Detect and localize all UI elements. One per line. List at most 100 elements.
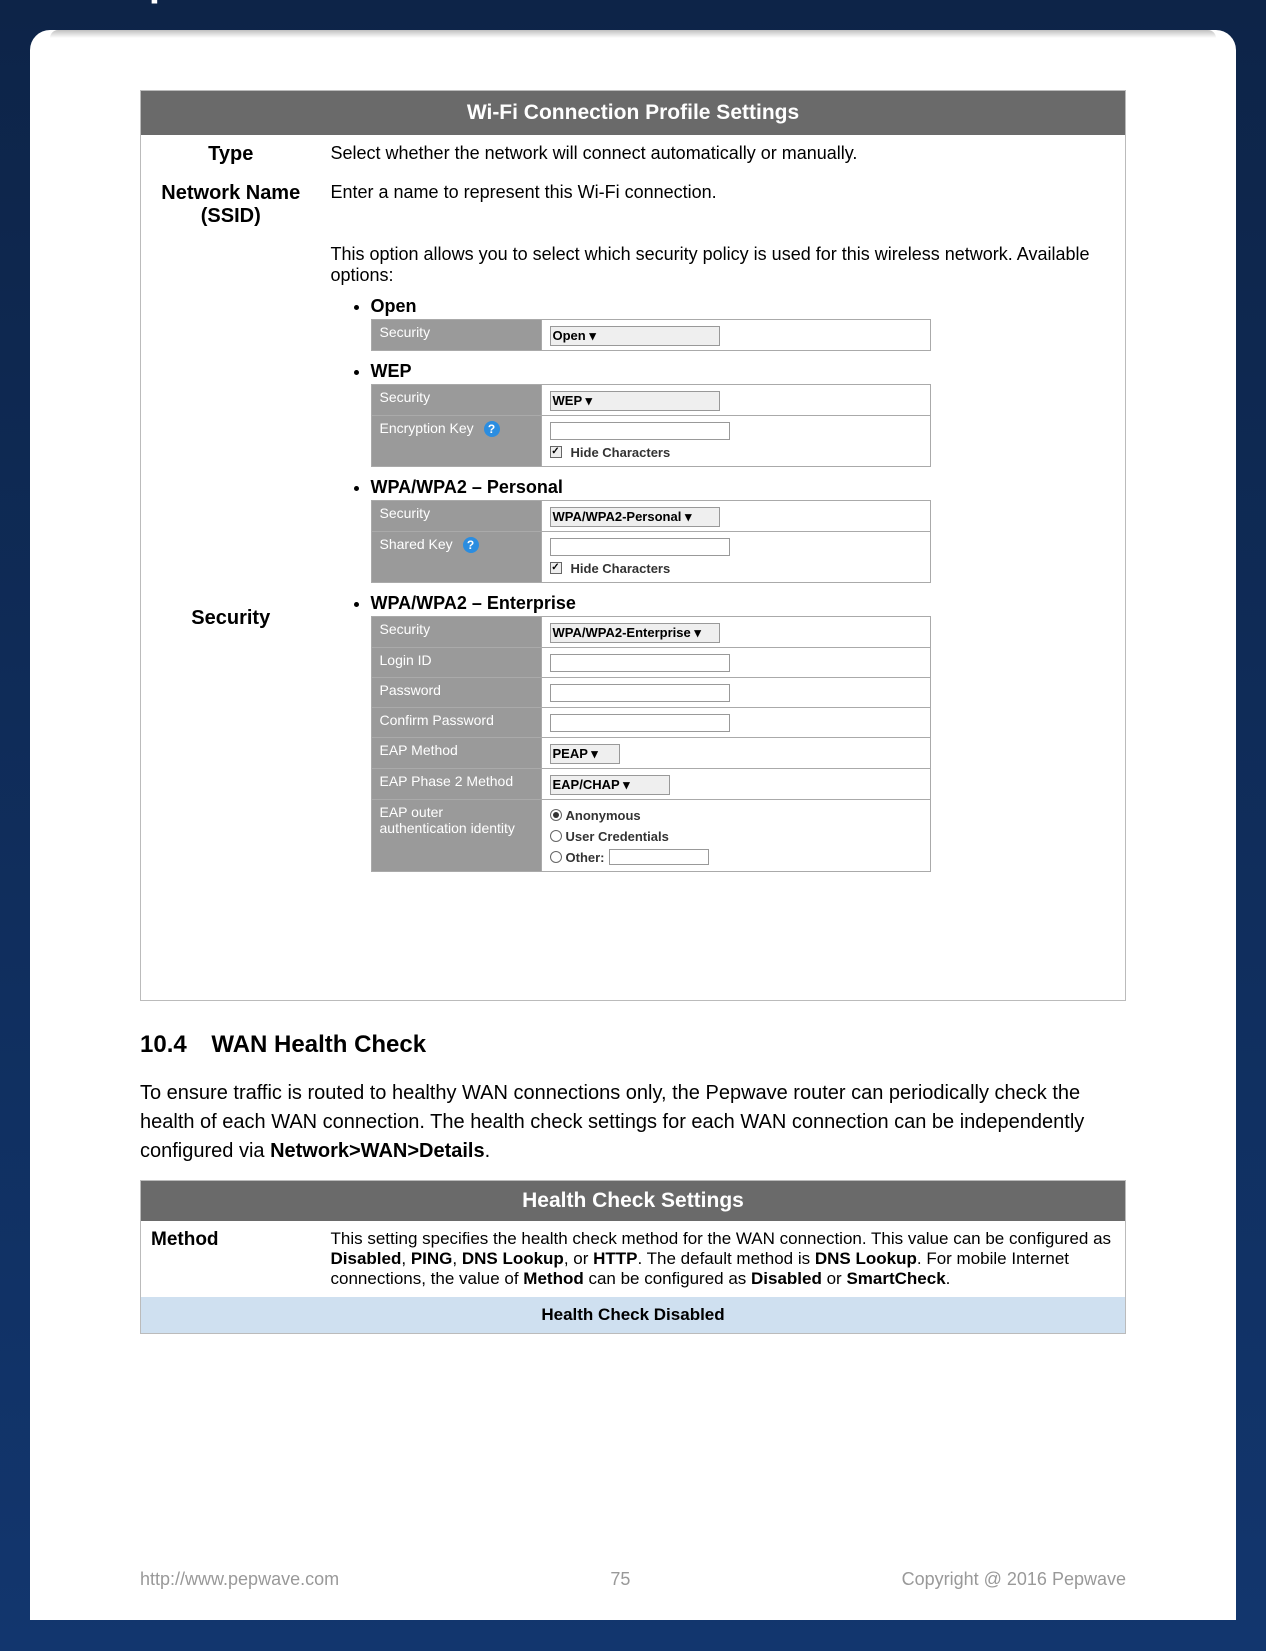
wpa-ent-mini-table: Security WPA/WPA2-Enterprise ▾ Login ID … (371, 616, 931, 872)
footer-copyright: Copyright @ 2016 Pepwave (902, 1569, 1126, 1590)
hm-b1: Disabled (331, 1249, 402, 1268)
wpae-pwd-field: Password (371, 678, 541, 708)
help-icon[interactable]: ? (484, 421, 500, 437)
help-icon[interactable]: ? (463, 537, 479, 553)
wifi-profile-table: Wi-Fi Connection Profile Settings Type S… (140, 90, 1126, 1001)
open-security-value: Open (553, 328, 586, 343)
hm-b7: Disabled (751, 1269, 822, 1288)
hm-b5: DNS Lookup (815, 1249, 917, 1268)
row-type-desc: Select whether the network will connect … (321, 135, 1126, 174)
open-security-value-cell: Open ▾ (541, 320, 930, 351)
wpap-sharedkey-label: Shared Key (380, 536, 453, 552)
open-mini-table: Security Open ▾ (371, 319, 931, 351)
row-type-label: Type (141, 135, 321, 174)
wifi-profile-header: Wi-Fi Connection Profile Settings (141, 91, 1126, 136)
option-wpa-enterprise: WPA/WPA2 – Enterprise Security WPA/WPA2-… (371, 593, 1116, 872)
security-options-list: Open Security Open ▾ (371, 296, 1116, 872)
section-paragraph: To ensure traffic is routed to healthy W… (140, 1079, 1126, 1166)
wpae-eap-select[interactable]: PEAP ▾ (550, 744, 620, 764)
hm-s7: or (822, 1269, 847, 1288)
open-security-field: Security (371, 320, 541, 351)
wep-enckey-label: Encryption Key (380, 420, 474, 436)
wpae-eap-field: EAP Method (371, 738, 541, 769)
wpae-outer-anon-label: Anonymous (566, 808, 641, 823)
wpae-outer-other-input[interactable] (609, 849, 709, 865)
health-sub-header: Health Check Disabled (141, 1297, 1126, 1334)
wep-enckey-field: Encryption Key ? (371, 416, 541, 467)
hm-t1: This setting specifies the health check … (331, 1229, 1112, 1248)
wpae-outer-opts: Anonymous User Credentials Other: (541, 800, 930, 872)
footer-url: http://www.pepwave.com (140, 1569, 339, 1590)
wpae-outer-field: EAP outer authentication identity (371, 800, 541, 872)
open-security-select[interactable]: Open ▾ (550, 326, 720, 346)
wep-hide-label: Hide Characters (571, 445, 671, 460)
page-frame: Pepwave MAX and Surf User Manual Wi-Fi C… (0, 0, 1266, 1651)
health-method-label: Method (141, 1221, 321, 1297)
footer-page-number: 75 (590, 1569, 650, 1590)
hm-s1: , (401, 1249, 410, 1268)
option-open: Open Security Open ▾ (371, 296, 1116, 351)
hm-s4: . The default method is (638, 1249, 815, 1268)
option-wep: WEP Security WEP ▾ (371, 361, 1116, 467)
wpap-hide-checkbox[interactable]: ✓ (550, 562, 562, 574)
wpap-sharedkey-field: Shared Key ? (371, 532, 541, 583)
section-number: 10.4 (140, 1031, 187, 1059)
wpae-confirm-field: Confirm Password (371, 708, 541, 738)
health-check-table: Health Check Settings Method This settin… (140, 1180, 1126, 1334)
wpae-confirm-input[interactable] (550, 714, 730, 732)
wpae-eap2-field: EAP Phase 2 Method (371, 769, 541, 800)
wep-security-value: WEP (553, 393, 582, 408)
wep-security-field: Security (371, 385, 541, 416)
hm-b3: DNS Lookup (462, 1249, 564, 1268)
wpap-hide-label: Hide Characters (571, 561, 671, 576)
wpae-security-field: Security (371, 617, 541, 648)
row-ssid-label: Network Name (SSID) (141, 174, 321, 236)
row-security-content: This option allows you to select which s… (321, 236, 1126, 1001)
wpap-security-field: Security (371, 501, 541, 532)
wep-hide-checkbox[interactable]: ✓ (550, 446, 562, 458)
wep-security-select[interactable]: WEP ▾ (550, 391, 720, 411)
wpae-eap2-value: EAP/CHAP (553, 777, 620, 792)
hm-b6: Method (523, 1269, 583, 1288)
document-title: Pepwave MAX and Surf User Manual (0, 0, 794, 15)
hm-s2: , (452, 1249, 461, 1268)
section-para-bold: Network>WAN>Details (270, 1140, 485, 1162)
health-header: Health Check Settings (141, 1181, 1126, 1222)
wpae-outer-radio-other[interactable] (550, 851, 562, 863)
health-method-desc: This setting specifies the health check … (321, 1221, 1126, 1297)
hm-s3: , or (564, 1249, 593, 1268)
hm-b2: PING (411, 1249, 453, 1268)
wpae-outer-other-label: Other: (566, 850, 605, 865)
section-heading: 10.4 WAN Health Check (140, 1031, 1126, 1059)
wpae-security-value: WPA/WPA2-Enterprise (553, 625, 691, 640)
wpae-outer-radio-anon[interactable] (550, 809, 562, 821)
wpae-outer-user-label: User Credentials (566, 829, 669, 844)
wpap-security-select[interactable]: WPA/WPA2-Personal ▾ (550, 507, 720, 527)
wpae-eap-value: PEAP (553, 746, 588, 761)
wpap-sharedkey-input[interactable] (550, 538, 730, 556)
content-area: Wi-Fi Connection Profile Settings Type S… (30, 30, 1236, 1374)
page-inner: Wi-Fi Connection Profile Settings Type S… (30, 30, 1236, 1620)
wep-enckey-input[interactable] (550, 422, 730, 440)
option-wpa-personal-title: WPA/WPA2 – Personal (371, 477, 563, 497)
option-wep-title: WEP (371, 361, 412, 381)
row-ssid-desc: Enter a name to represent this Wi-Fi con… (321, 174, 1126, 236)
wpae-security-select[interactable]: WPA/WPA2-Enterprise ▾ (550, 623, 720, 643)
wpae-eap2-select[interactable]: EAP/CHAP ▾ (550, 775, 670, 795)
wep-mini-table: Security WEP ▾ Encryption Key ? (371, 384, 931, 467)
wpap-security-value: WPA/WPA2-Personal (553, 509, 682, 524)
row-security-label: Security (141, 236, 321, 1001)
option-wpa-ent-title: WPA/WPA2 – Enterprise (371, 593, 576, 613)
option-wpa-personal: WPA/WPA2 – Personal Security WPA/WPA2-Pe… (371, 477, 1116, 583)
wpae-login-field: Login ID (371, 648, 541, 678)
hm-s8: . (946, 1269, 951, 1288)
wpae-outer-radio-user[interactable] (550, 830, 562, 842)
hm-b4: HTTP (593, 1249, 637, 1268)
wpae-login-input[interactable] (550, 654, 730, 672)
wpae-pwd-input[interactable] (550, 684, 730, 702)
section-para-post: . (485, 1140, 491, 1162)
page-footer: http://www.pepwave.com 75 Copyright @ 20… (140, 1569, 1126, 1590)
option-open-title: Open (371, 296, 417, 316)
top-shadow (50, 30, 1216, 38)
hm-s6: can be configured as (584, 1269, 751, 1288)
